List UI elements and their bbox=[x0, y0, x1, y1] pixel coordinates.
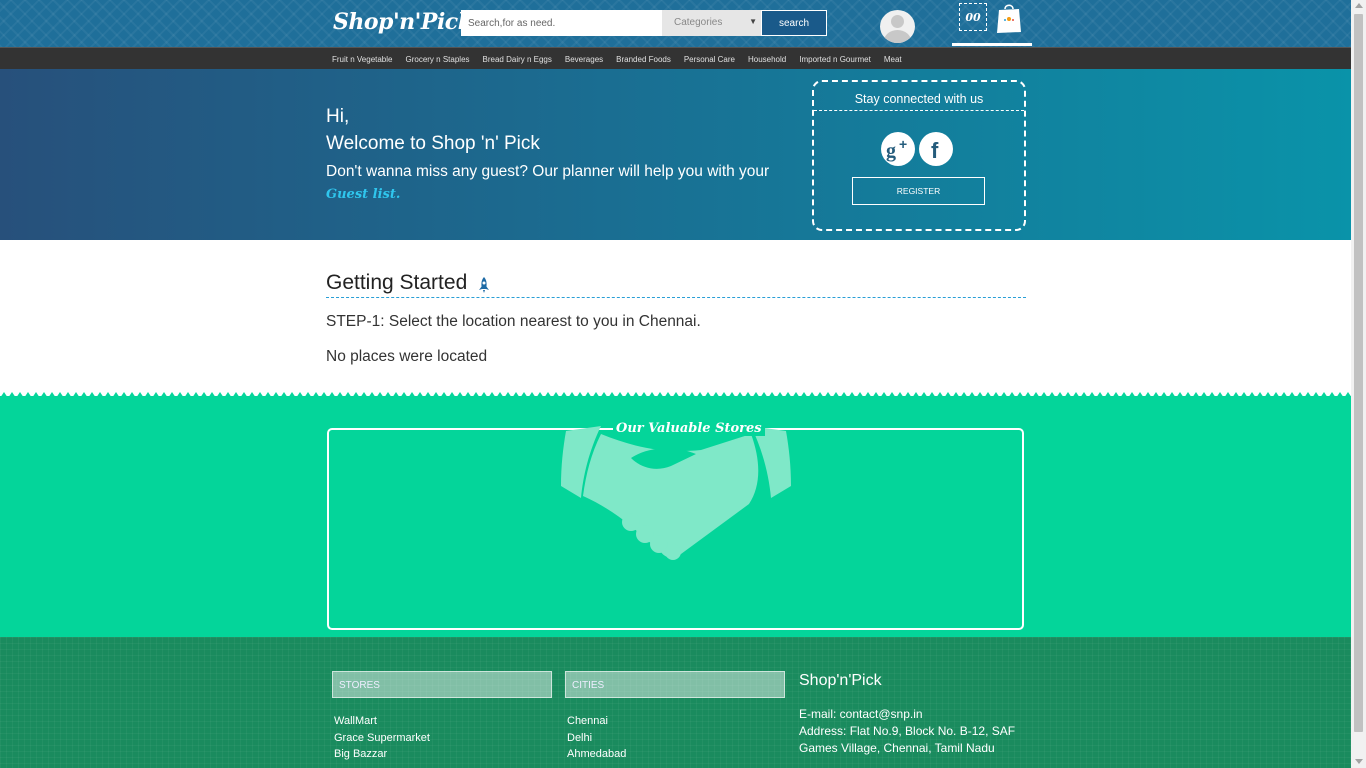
nav-item-bread-dairy-eggs[interactable]: Bread Dairy n Eggs bbox=[483, 55, 552, 64]
nav-item-imported-gourmet[interactable]: Imported n Gourmet bbox=[799, 55, 871, 64]
footer-store-link[interactable]: Big Bazzar bbox=[334, 746, 430, 763]
dropdown-arrow-icon: ▼ bbox=[749, 17, 757, 26]
greeting-hi: Hi, bbox=[326, 106, 350, 127]
welcome-subtitle: Don't wanna miss any guest? Our planner … bbox=[326, 161, 786, 206]
nav-item-grocery-staples[interactable]: Grocery n Staples bbox=[405, 55, 469, 64]
nav-item-personal-care[interactable]: Personal Care bbox=[684, 55, 735, 64]
rocket-icon bbox=[479, 277, 489, 293]
avatar-head bbox=[891, 15, 904, 28]
category-nav: Fruit n Vegetable Grocery n Staples Brea… bbox=[0, 47, 1351, 69]
scroll-up-arrow-icon[interactable] bbox=[1355, 3, 1363, 8]
valuable-stores-section: Our Valuable Stores bbox=[0, 396, 1351, 637]
step-1-text: STEP-1: Select the location nearest to y… bbox=[326, 313, 701, 330]
footer-city-link[interactable]: Chennai bbox=[567, 713, 626, 730]
facebook-glyph: f bbox=[931, 138, 939, 163]
site-logo[interactable]: Shop'n'Pick bbox=[333, 9, 473, 35]
footer-email: E-mail: contact@snp.in bbox=[799, 707, 923, 721]
vertical-scrollbar[interactable] bbox=[1351, 0, 1366, 768]
footer-store-link[interactable]: WallMart bbox=[334, 713, 430, 730]
footer: STORES WallMart Grace Supermarket Big Ba… bbox=[0, 637, 1351, 768]
user-avatar-icon[interactable] bbox=[880, 10, 915, 43]
google-plus-glyph: g + bbox=[886, 136, 907, 162]
getting-started-divider bbox=[326, 297, 1026, 298]
cart-count-badge: 00 bbox=[959, 3, 987, 31]
footer-brand: Shop'n'Pick bbox=[799, 672, 882, 689]
svg-text:f: f bbox=[931, 138, 939, 163]
handshake-icon bbox=[561, 426, 791, 560]
category-dropdown-value: Categories bbox=[674, 17, 723, 28]
valuable-stores-title: Our Valuable Stores bbox=[613, 421, 765, 436]
welcome-subtitle-text: Don't wanna miss any guest? Our planner … bbox=[326, 163, 770, 180]
no-places-message: No places were located bbox=[326, 348, 488, 365]
footer-contact: E-mail: contact@snp.in Address: Flat No.… bbox=[799, 706, 1024, 757]
footer-cities-heading: CITIES bbox=[565, 671, 785, 698]
nav-item-branded-foods[interactable]: Branded Foods bbox=[616, 55, 671, 64]
guest-list-link[interactable]: Guest list. bbox=[326, 187, 400, 202]
nav-item-beverages[interactable]: Beverages bbox=[565, 55, 603, 64]
search-button[interactable]: search bbox=[761, 10, 827, 36]
scrollbar-thumb[interactable] bbox=[1354, 14, 1363, 732]
svg-text:+: + bbox=[899, 136, 907, 152]
stay-connected-box: Stay connected with us g + f REGISTER bbox=[812, 80, 1026, 231]
footer-city-link[interactable]: Ahmedabad bbox=[567, 746, 626, 763]
footer-cities-list: Chennai Delhi Ahmedabad bbox=[567, 713, 626, 763]
cart-area[interactable]: 00 bbox=[952, 0, 1032, 46]
shopping-bag-icon[interactable] bbox=[996, 2, 1022, 34]
greeting-welcome: Welcome to Shop 'n' Pick bbox=[326, 133, 540, 154]
stores-box: Our Valuable Stores bbox=[327, 421, 1024, 630]
footer-stores-heading: STORES bbox=[332, 671, 552, 698]
welcome-hero: Hi, Welcome to Shop 'n' Pick Don't wanna… bbox=[0, 69, 1351, 240]
category-dropdown[interactable]: Categories ▼ bbox=[662, 10, 761, 36]
footer-city-link[interactable]: Delhi bbox=[567, 730, 626, 747]
welcome-heading: Hi, Welcome to Shop 'n' Pick bbox=[326, 103, 540, 157]
register-button[interactable]: REGISTER bbox=[852, 177, 985, 205]
google-plus-icon[interactable]: g + bbox=[881, 132, 915, 166]
nav-item-household[interactable]: Household bbox=[748, 55, 786, 64]
footer-address: Address: Flat No.9, Block No. B-12, SAF … bbox=[799, 724, 1016, 755]
getting-started-title: Getting Started bbox=[326, 271, 468, 294]
scroll-down-arrow-icon[interactable] bbox=[1355, 759, 1363, 764]
stay-connected-title: Stay connected with us bbox=[814, 82, 1024, 111]
search-input[interactable] bbox=[461, 10, 662, 36]
svg-text:g: g bbox=[886, 140, 896, 162]
footer-stores-list: WallMart Grace Supermarket Big Bazzar bbox=[334, 713, 430, 763]
nav-item-meat[interactable]: Meat bbox=[884, 55, 902, 64]
nav-item-fruit-vegetable[interactable]: Fruit n Vegetable bbox=[332, 55, 392, 64]
cart-active-underline bbox=[952, 43, 1032, 46]
footer-store-link[interactable]: Grace Supermarket bbox=[334, 730, 430, 747]
top-header: Shop'n'Pick Categories ▼ search 00 bbox=[0, 0, 1351, 47]
facebook-icon[interactable]: f bbox=[919, 132, 953, 166]
avatar-body bbox=[884, 30, 911, 43]
